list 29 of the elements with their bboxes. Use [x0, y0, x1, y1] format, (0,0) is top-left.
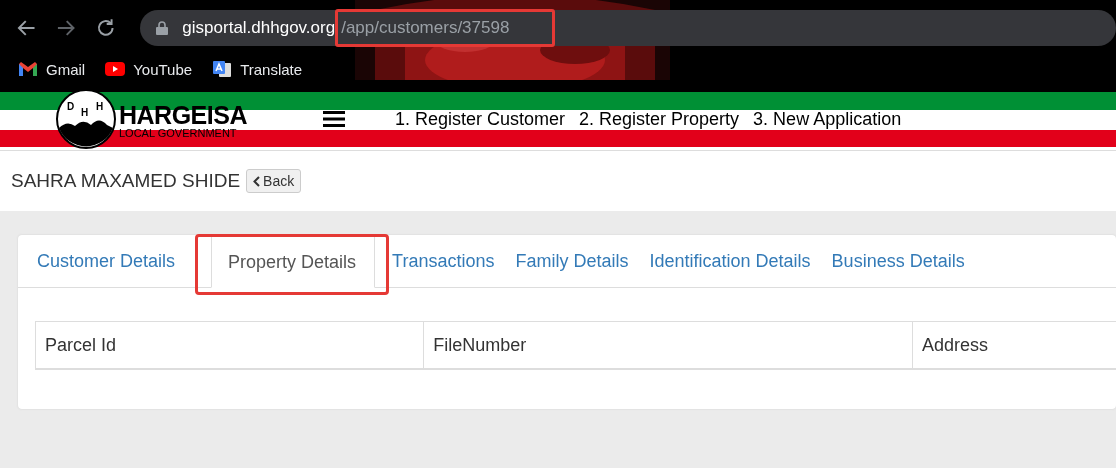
translate-icon — [212, 60, 233, 78]
tab[interactable]: Family Details — [514, 235, 649, 287]
logo-title: HARGEISA — [119, 103, 247, 127]
logo-emblem: D H H — [55, 88, 117, 150]
url-path: /app/customers/37598 — [341, 17, 510, 37]
tab[interactable]: Customer Details — [36, 235, 196, 287]
back-button[interactable]: Back — [246, 169, 302, 193]
tab[interactable]: Property Details — [211, 236, 376, 288]
tab[interactable]: Identification Details — [648, 235, 831, 287]
mail-icon — [18, 60, 38, 78]
nav-link[interactable]: 1. Register Customer — [394, 108, 566, 130]
lock-icon — [156, 20, 169, 35]
tab[interactable]: Transactions — [391, 235, 515, 287]
logo-subtitle: LOCAL GOVERNMENT — [119, 127, 238, 139]
tab[interactable]: Business Details — [830, 235, 985, 287]
nav-link[interactable]: 2. Register Property — [579, 108, 740, 130]
bookmark-link[interactable]: YouTube — [133, 60, 193, 78]
customer-name: SAHRA MAXAMED SHIDE — [11, 170, 241, 192]
play-icon — [105, 60, 126, 78]
column-header: Parcel Id — [35, 321, 424, 369]
bookmark-link[interactable]: Gmail — [46, 60, 86, 78]
chevron-left-icon — [253, 175, 261, 187]
url-host: gisportal.dhhgov.org — [182, 17, 336, 38]
menu-icon[interactable] — [322, 111, 345, 127]
nav-link[interactable]: 3. New Application — [753, 108, 902, 130]
bookmark-link[interactable]: Translate — [240, 60, 303, 78]
column-header: Address — [912, 321, 1116, 369]
address-bar[interactable]: gisportal.dhhgov.org /app/customers/37598 — [140, 9, 1116, 46]
column-header: FileNumber — [423, 321, 913, 369]
